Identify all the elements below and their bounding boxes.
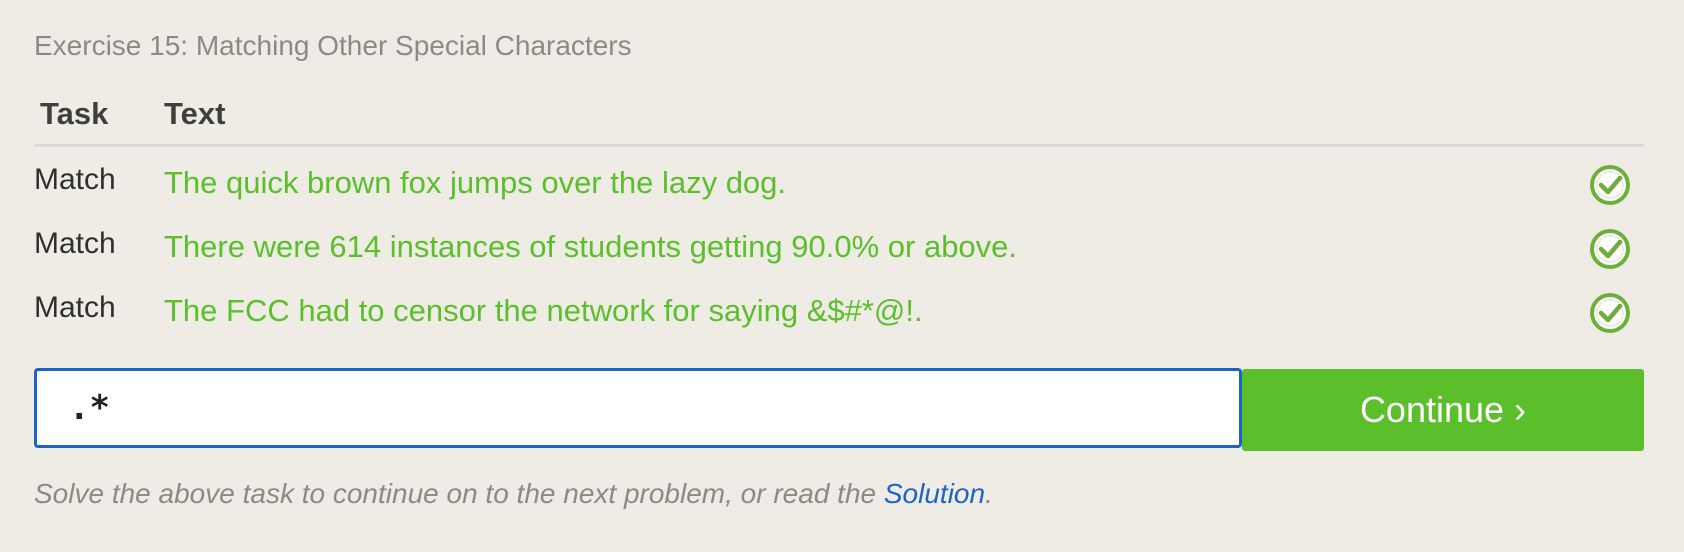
solution-link[interactable]: Solution (884, 478, 985, 509)
regex-input[interactable] (34, 368, 1242, 448)
check-circle-icon (1590, 229, 1630, 269)
table-row: Match The FCC had to censor the network … (34, 275, 1644, 339)
hint-suffix: . (985, 478, 993, 509)
row-text: There were 614 instances of students get… (164, 229, 1018, 264)
row-task-label: Match (34, 291, 116, 324)
answer-row: Continue › (34, 368, 1644, 454)
row-task-label: Match (34, 163, 116, 196)
table-row: Match The quick brown fox jumps over the… (34, 147, 1644, 211)
table-row: Match There were 614 instances of studen… (34, 211, 1644, 275)
continue-button-label: Continue › (1359, 389, 1527, 430)
continue-button[interactable]: Continue › (1242, 369, 1644, 451)
table-header: Task Text (34, 88, 1644, 147)
row-text: The quick brown fox jumps over the lazy … (164, 165, 787, 200)
hint-prefix: Solve the above task to continue on to t… (34, 478, 884, 509)
check-circle-icon (1590, 293, 1630, 333)
text-column-header: Text (164, 96, 226, 131)
task-table: Task Text Match The quick brown fox jump… (34, 88, 1644, 339)
task-column-header: Task (40, 96, 109, 131)
row-text: The FCC had to censor the network for sa… (164, 293, 923, 328)
hint-text: Solve the above task to continue on to t… (34, 478, 993, 510)
exercise-title: Exercise 15: Matching Other Special Char… (34, 30, 632, 61)
row-task-label: Match (34, 227, 116, 260)
check-circle-icon (1590, 165, 1630, 205)
